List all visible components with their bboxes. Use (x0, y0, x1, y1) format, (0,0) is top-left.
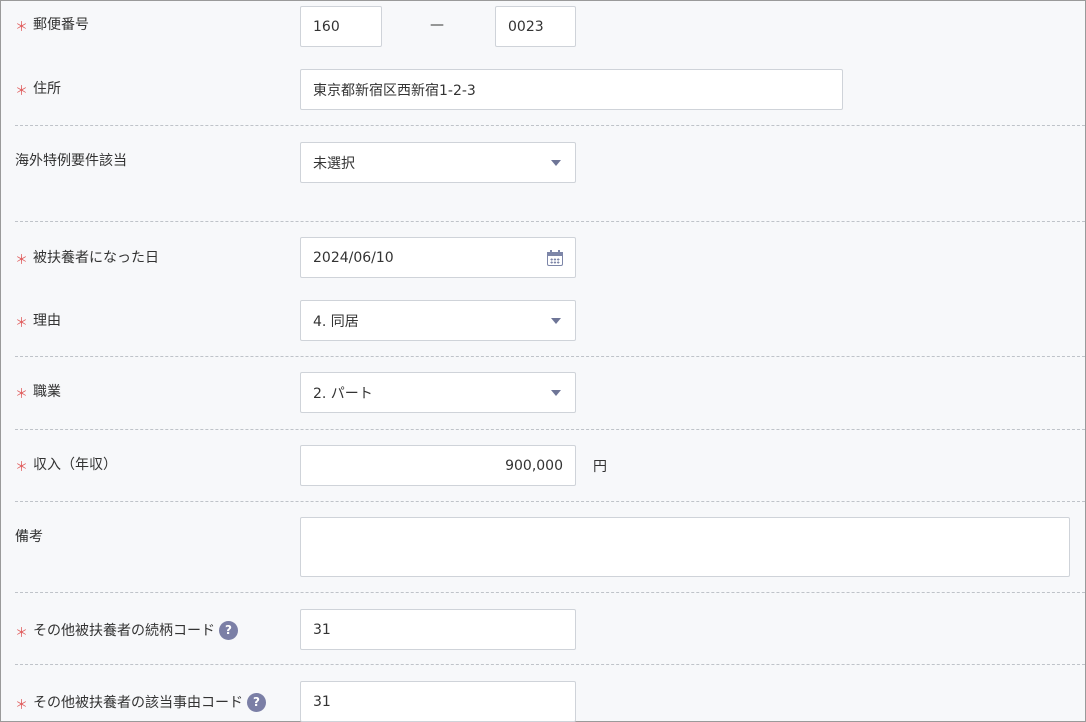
dependent-date-input[interactable]: 2024/06/10 (300, 237, 576, 278)
divider (15, 501, 1085, 502)
occupation-select[interactable]: 2. パート (300, 372, 576, 413)
required-mark: ＊ (15, 459, 29, 475)
divider (15, 221, 1085, 222)
chevron-down-icon (551, 159, 561, 166)
postal-code-part2-value: 0023 (508, 18, 544, 35)
address-input[interactable]: 東京都新宿区西新宿1-2-3 (300, 69, 843, 110)
postal-code-separator: — (430, 17, 444, 33)
postal-code-part2-input[interactable]: 0023 (495, 6, 576, 47)
required-mark: ＊ (15, 386, 29, 402)
relation-code-value: 31 (313, 621, 331, 638)
relation-code-label: ＊ その他被扶養者の続柄コード ? (15, 620, 239, 641)
income-input[interactable]: 900,000 (300, 445, 576, 486)
required-mark: ＊ (15, 625, 29, 641)
overseas-select[interactable]: 未選択 (300, 142, 576, 183)
reason-label: ＊ 理由 (15, 310, 62, 331)
address-value: 東京都新宿区西新宿1-2-3 (313, 82, 476, 99)
required-mark: ＊ (15, 315, 29, 331)
income-unit: 円 (593, 459, 607, 475)
divider (15, 664, 1085, 665)
income-value: 900,000 (505, 457, 563, 474)
help-icon[interactable]: ? (219, 620, 239, 640)
divider (15, 429, 1085, 430)
dependent-date-value: 2024/06/10 (313, 249, 394, 266)
overseas-label: 海外特例要件該当 (15, 150, 127, 170)
postal-code-label-text: 郵便番号 (33, 17, 90, 33)
divider (15, 125, 1085, 126)
required-mark: ＊ (15, 252, 29, 268)
postal-code-part1-value: 160 (313, 18, 340, 35)
reason-code-label-text: その他被扶養者の該当事由コード (33, 695, 244, 711)
overseas-label-text: 海外特例要件該当 (15, 153, 127, 169)
required-mark: ＊ (15, 697, 29, 713)
remarks-label-text: 備考 (15, 529, 43, 545)
income-label: ＊ 収入（年収） (15, 454, 118, 475)
dependent-date-label: ＊ 被扶養者になった日 (15, 247, 160, 268)
dependent-form: ＊ 郵便番号 160 — 0023 ＊ 住所 東京都新宿区西新宿1-2-3 海外… (0, 0, 1086, 722)
relation-code-input[interactable]: 31 (300, 609, 576, 650)
remarks-textarea[interactable] (300, 517, 1070, 577)
income-label-text: 収入（年収） (33, 457, 118, 473)
dependent-date-label-text: 被扶養者になった日 (33, 250, 160, 266)
address-label-text: 住所 (33, 81, 62, 97)
overseas-selected-value: 未選択 (313, 155, 355, 172)
reason-select[interactable]: 4. 同居 (300, 300, 576, 341)
remarks-label: 備考 (15, 526, 43, 546)
relation-code-label-text: その他被扶養者の続柄コード (33, 623, 216, 639)
required-mark: ＊ (15, 83, 29, 99)
postal-code-part1-input[interactable]: 160 (300, 6, 382, 47)
reason-code-input[interactable]: 31 (300, 681, 576, 722)
reason-selected-value: 4. 同居 (313, 313, 359, 330)
required-mark: ＊ (15, 19, 29, 35)
chevron-down-icon (551, 389, 561, 396)
occupation-selected-value: 2. パート (313, 385, 373, 402)
divider (15, 592, 1085, 593)
occupation-label-text: 職業 (33, 384, 62, 400)
divider (15, 356, 1085, 357)
reason-code-value: 31 (313, 693, 331, 710)
occupation-label: ＊ 職業 (15, 381, 62, 402)
chevron-down-icon (551, 317, 561, 324)
reason-label-text: 理由 (33, 313, 62, 329)
address-label: ＊ 住所 (15, 78, 62, 99)
calendar-icon[interactable] (547, 249, 563, 266)
postal-code-label: ＊ 郵便番号 (15, 14, 90, 35)
help-icon[interactable]: ? (247, 692, 267, 712)
reason-code-label: ＊ その他被扶養者の該当事由コード ? (15, 692, 267, 713)
